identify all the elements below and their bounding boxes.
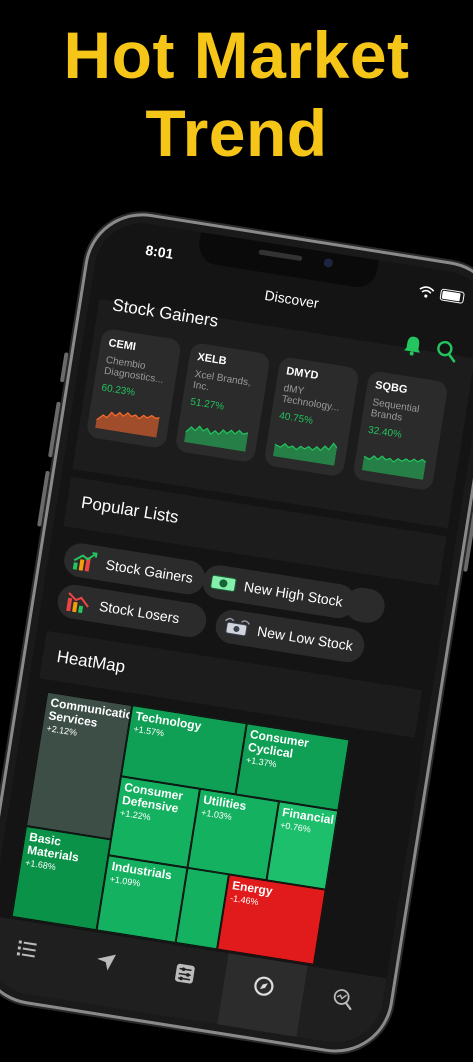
status-time: 8:01 — [144, 241, 175, 262]
gainer-card[interactable]: XELB Xcel Brands, Inc. 51.27% — [174, 341, 271, 464]
heatmap-tile-utilities[interactable]: Utilities +1.03% — [187, 788, 279, 881]
send-icon — [97, 954, 116, 971]
chip-label: Stock Gainers — [104, 556, 195, 586]
chart-down-icon — [66, 592, 89, 614]
sparkline — [184, 425, 249, 452]
heatmap-tile-consumer-defensive[interactable]: Consumer Defensive +1.22% — [108, 776, 200, 868]
battery-icon — [439, 288, 465, 304]
tab-filters[interactable] — [138, 941, 228, 1025]
list-icon — [16, 940, 37, 958]
chip-label: Stock Losers — [98, 597, 181, 627]
wifi-icon — [419, 286, 435, 298]
chip-label: New Low Stock — [256, 622, 354, 654]
chart-up-icon — [72, 552, 98, 572]
money-fly-icon — [225, 617, 250, 637]
gainer-card[interactable]: CEMI Chembio Diagnostics... 60.23% — [85, 327, 182, 450]
search-chart-icon — [333, 989, 352, 1011]
sparkline — [95, 411, 160, 438]
headline-line-1: Hot Market — [63, 18, 410, 92]
phone-mockup: 8:01 Discover Stock Gainers CEMI Chembio… — [0, 205, 473, 1061]
gainer-card[interactable]: SQBG Sequential Brands 32.40% — [352, 370, 449, 492]
tab-send[interactable] — [59, 928, 149, 1012]
sliders-icon — [175, 963, 195, 984]
compass-icon — [254, 976, 274, 996]
headline-line-2: Trend — [145, 96, 328, 170]
bell-icon[interactable] — [400, 333, 425, 358]
heatmap-tile-energy[interactable]: Energy -1.46% — [217, 874, 326, 965]
tab-analyze[interactable] — [296, 966, 386, 1050]
search-icon[interactable] — [434, 338, 459, 363]
tab-discover[interactable] — [217, 953, 308, 1037]
gainer-card[interactable]: DMYD dMY Technology... 40.75% — [263, 356, 360, 478]
sparkline — [272, 442, 338, 466]
heatmap-tile-industrials[interactable]: Industrials +1.09% — [96, 855, 188, 943]
chip-label: New High Stock — [242, 578, 344, 610]
heatmap-tile-basic-materials[interactable]: Basic Materials +1.68% — [11, 826, 111, 931]
heatmap-tile-financial[interactable]: Financial +0.76% — [266, 801, 339, 890]
tab-lists[interactable] — [0, 916, 71, 1000]
sparkline — [361, 455, 427, 480]
money-icon — [210, 574, 237, 592]
